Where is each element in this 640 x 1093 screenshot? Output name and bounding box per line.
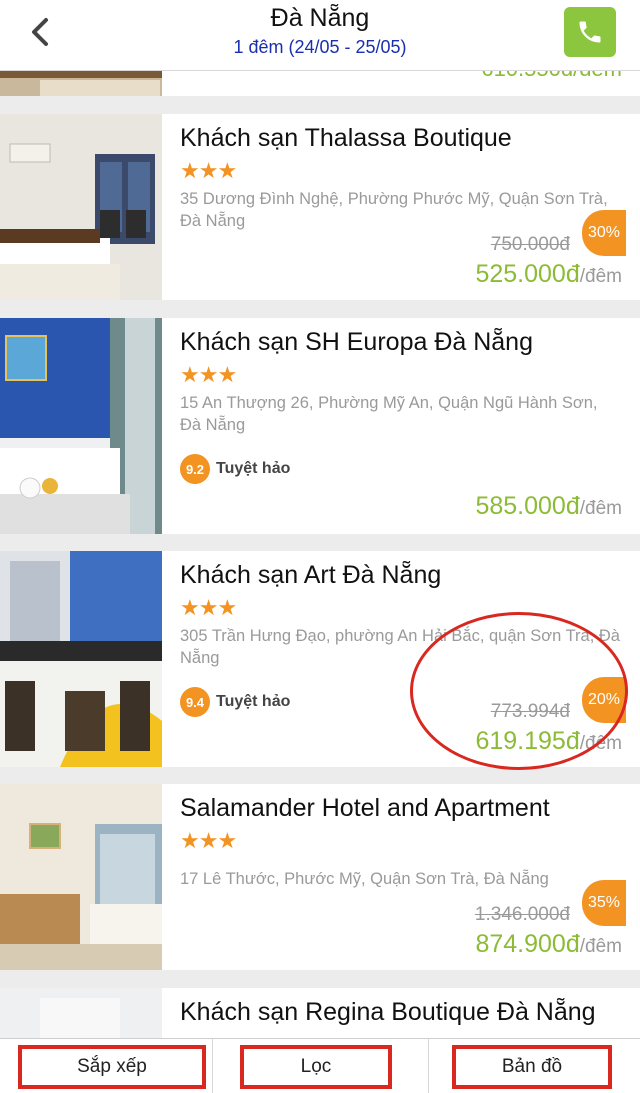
toolbar-divider [212,1039,213,1093]
price-line: 874.900đ/đêm [475,930,622,959]
hotel-photo [0,70,162,96]
review-score: 9.4 Tuyệt hảo [180,687,290,717]
old-price: 1.346.000đ [474,904,570,925]
price-unit: /đêm [579,936,622,957]
hotel-card[interactable]: Khách sạn Regina Boutique Đà Nẵng [0,988,640,1038]
old-price: 750.000đ [490,234,570,255]
price-unit: /đêm [579,498,622,519]
sort-button[interactable]: Sắp xếp [18,1045,206,1089]
score-badge: 9.4 [180,687,210,717]
app-header: Đà Nẵng 1 đêm (24/05 - 25/05) [0,0,640,71]
date-subtitle[interactable]: 1 đêm (24/05 - 25/05) [0,37,640,58]
hotel-card[interactable]: Salamander Hotel and Apartment ★★★ 17 Lê… [0,784,640,970]
price-line: 619.195đ/đêm [475,727,622,756]
hotel-photo [0,784,162,970]
phone-icon [579,21,601,43]
hotel-photo [0,318,162,534]
hotel-card[interactable]: Khách sạn Thalassa Boutique ★★★ 35 Dương… [0,114,640,300]
hotel-card[interactable]: 610.550đ/đêm [0,70,640,96]
score-badge: 9.2 [180,454,210,484]
price-line: 585.000đ/đêm [475,492,622,521]
price-line: 525.000đ/đêm [475,260,622,289]
hotel-name[interactable]: Khách sạn Regina Boutique Đà Nẵng [180,998,596,1027]
price-partial: 610.550đ/đêm [481,70,622,82]
hotel-address: 17 Lê Thước, Phước Mỹ, Quận Sơn Trà, Đà … [180,870,549,888]
bottom-toolbar: Sắp xếp Lọc Bản đồ [0,1038,640,1093]
hotel-photo [0,551,162,767]
star-rating: ★★★ [180,158,237,183]
filter-button[interactable]: Lọc [240,1045,392,1089]
hotel-photo [0,988,162,1038]
hotel-name[interactable]: Khách sạn Thalassa Boutique [180,124,512,153]
star-rating: ★★★ [180,828,237,853]
price: 874.900đ [475,930,580,958]
price: 585.000đ [475,492,580,520]
hotel-card[interactable]: Khách sạn Art Đà Nẵng ★★★ 305 Trần Hưng … [0,551,640,767]
price-unit: /đêm [579,733,622,754]
hotel-name[interactable]: Salamander Hotel and Apartment [180,794,550,823]
page-title: Đà Nẵng [270,4,370,32]
review-score: 9.2 Tuyệt hảo [180,454,290,484]
rating-label: Tuyệt hảo [216,693,291,710]
call-button[interactable] [564,7,616,57]
star-rating: ★★★ [180,595,237,620]
price: 619.195đ [475,727,580,755]
rating-label: Tuyệt hảo [216,460,291,477]
hotel-list[interactable]: 610.550đ/đêm Khách sạn Thalassa Boutique… [0,70,640,1038]
hotel-card[interactable]: Khách sạn SH Europa Đà Nẵng ★★★ 15 An Th… [0,318,640,534]
hotel-name[interactable]: Khách sạn SH Europa Đà Nẵng [180,328,533,357]
star-rating: ★★★ [180,362,237,387]
hotel-address: 305 Trần Hưng Đạo, phường An Hải Bắc, qu… [180,627,620,667]
hotel-address: 35 Dương Đình Nghệ, Phường Phước Mỹ, Quậ… [180,190,608,230]
hotel-address: 15 An Thượng 26, Phường Mỹ An, Quận Ngũ … [180,394,598,434]
old-price: 773.994đ [490,701,570,722]
hotel-photo [0,114,162,300]
price: 525.000đ [475,260,580,288]
discount-badge: 20% [582,677,626,723]
hotel-name[interactable]: Khách sạn Art Đà Nẵng [180,561,441,590]
discount-badge: 30% [582,210,626,256]
map-button[interactable]: Bản đồ [452,1045,612,1089]
discount-badge: 35% [582,880,626,926]
toolbar-divider [428,1039,429,1093]
price-unit: /đêm [579,266,622,287]
